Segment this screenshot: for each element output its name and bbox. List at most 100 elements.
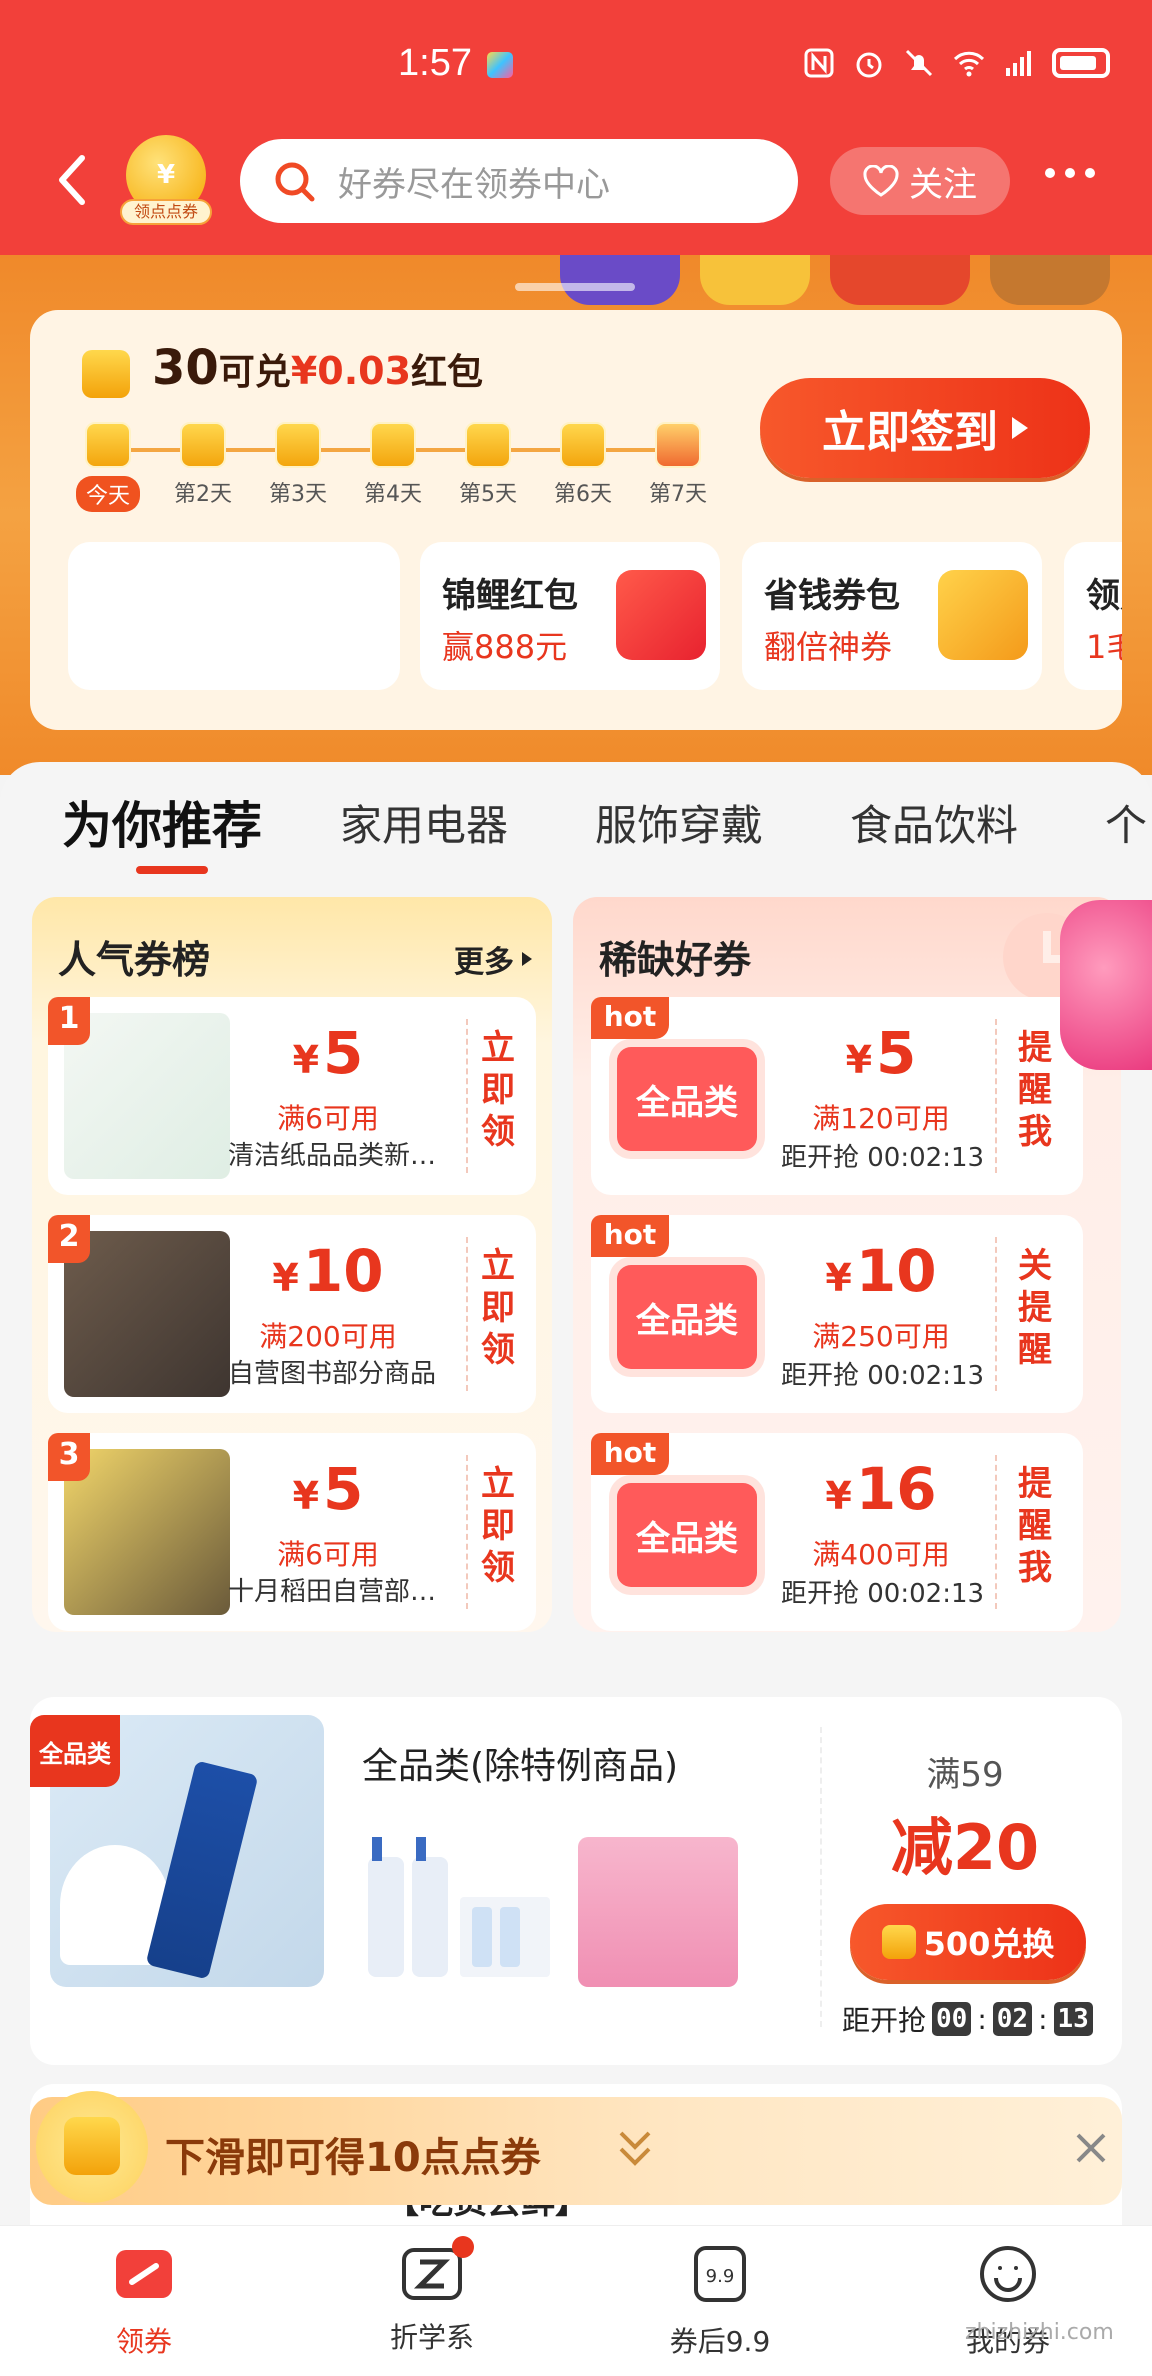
countdown-minutes: 02 xyxy=(992,2002,1033,2036)
close-icon[interactable] xyxy=(1070,2127,1112,2169)
day-item: 今天 xyxy=(68,422,148,512)
back-icon[interactable] xyxy=(52,152,92,208)
coupon-amount: ¥10 xyxy=(791,1237,971,1305)
coupon-amount: ¥5 xyxy=(238,1019,418,1087)
coupon-card[interactable]: 3 ¥5 满6可用 十月稻田自营部… 立即领 xyxy=(48,1433,536,1631)
toast-text: 下滑即可得10点点券 xyxy=(165,2135,541,2181)
coupon-card[interactable]: 全品类 hot ¥5 满120可用 距开抢 00:02:13 提醒我 xyxy=(591,997,1083,1195)
day-label: 第4天 xyxy=(364,482,422,507)
coupon-card[interactable]: 全品类 hot ¥10 满250可用 距开抢 00:02:13 关提醒 xyxy=(591,1215,1083,1413)
nav-after-coupon-9-9[interactable]: 9.9 券后9.9 xyxy=(620,2242,820,2360)
gift-icon xyxy=(655,422,701,468)
all-category-label: 全品类 xyxy=(617,1483,757,1587)
amount-value: 5 xyxy=(323,1455,364,1523)
coupon-condition: 满400可用 xyxy=(812,1538,950,1571)
coupon-card[interactable]: 2 ¥10 满200可用 自营图书部分商品 立即领 xyxy=(48,1215,536,1413)
remind-button[interactable]: 提醒我 xyxy=(1015,1027,1055,1153)
day-item: 第5天 xyxy=(448,422,528,508)
follow-button[interactable]: 关注 xyxy=(830,147,1010,215)
more-icon[interactable] xyxy=(1045,168,1095,178)
signin-button[interactable]: 立即签到 xyxy=(760,378,1090,478)
coupon-card[interactable]: 1 ¥5 满6可用 清洁纸品品类新… 立即领 xyxy=(48,997,536,1195)
play-arrow-icon xyxy=(1012,417,1028,439)
hot-badge: hot xyxy=(591,997,669,1039)
signin-button-label: 立即签到 xyxy=(822,407,998,458)
day-label: 第7天 xyxy=(649,482,707,507)
search-icon xyxy=(275,162,315,202)
scarce-title: 稀缺好券 xyxy=(599,938,752,982)
promo-coupon-card[interactable]: 全品类 全品类(除特例商品) 满59 减20 500兑换 距开抢 00: 02:… xyxy=(30,1697,1122,2065)
search-bar[interactable]: 好券尽在领券中心 xyxy=(240,139,798,223)
amount-value: 16 xyxy=(855,1455,937,1523)
content-panel: 为你推荐 家用电器 服饰穿戴 食品饮料 个 人气券榜 更多 1 ¥5 满6可用 … xyxy=(0,762,1152,2244)
remind-button[interactable]: 提醒我 xyxy=(1015,1463,1055,1589)
nav-coupons[interactable]: 领券 xyxy=(44,2242,244,2360)
scroll-reward-toast: 下滑即可得10点点券 xyxy=(30,2091,1122,2205)
nav-label: 券后9.9 xyxy=(669,2325,771,2358)
signin-days: 今天 第2天 第3天 第4天 第5天 第6天 第7天 xyxy=(68,422,748,512)
claim-button[interactable]: 立即领 xyxy=(478,1027,518,1153)
activity-tile-saving-coupon[interactable]: 省钱券包 翻倍神券 xyxy=(742,542,1042,690)
tile-subtitle: 翻倍神券 xyxy=(764,628,893,666)
day-label: 第5天 xyxy=(459,482,517,507)
coupon-divider xyxy=(466,1237,468,1391)
coupon-card[interactable]: 全品类 hot ¥16 满400可用 距开抢 00:02:13 提醒我 xyxy=(591,1433,1083,1631)
day-coin-icon xyxy=(560,422,606,468)
scarce-coupons-panel: 稀缺好券 全品类 hot ¥5 满120可用 距开抢 00:02:13 提醒我 … xyxy=(573,897,1121,1632)
coupon-desc: 十月稻田自营部… xyxy=(228,1577,437,1607)
claim-button[interactable]: 立即领 xyxy=(478,1463,518,1589)
status-time: 1:57 xyxy=(398,42,472,84)
status-icons xyxy=(802,46,1110,80)
points-coupon-entry[interactable]: ¥ 领点点券 xyxy=(120,135,212,227)
sanitary-pad-product-image xyxy=(578,1837,738,1987)
tile-title: 省钱券包 xyxy=(764,576,900,616)
currency-symbol: ¥ xyxy=(272,1256,299,1300)
nav-discount-school[interactable]: 折学系 xyxy=(332,2236,532,2356)
promo-countdown: 距开抢 00: 02: 13 xyxy=(842,1999,1093,2039)
day-coin-icon xyxy=(180,422,226,468)
nine-nine-icon: 9.9 xyxy=(694,2246,746,2302)
hot-badge: hot xyxy=(591,1215,669,1257)
currency-symbol: ¥ xyxy=(845,1038,873,1082)
currency-symbol: ¥ xyxy=(292,1474,320,1518)
activity-tile-blank[interactable] xyxy=(68,542,400,690)
amount-value: 5 xyxy=(323,1019,364,1087)
coupon-amount: ¥10 xyxy=(238,1237,418,1305)
day-item: 第6天 xyxy=(543,422,623,508)
exchange-button[interactable]: 500兑换 xyxy=(850,1904,1086,1980)
red-packet-icon xyxy=(616,570,706,660)
more-link[interactable]: 更多 xyxy=(454,937,532,981)
tab-food[interactable]: 食品饮料 xyxy=(850,792,1018,853)
promo-threshold: 满59 xyxy=(926,1755,1004,1795)
tab-appliances[interactable]: 家用电器 xyxy=(340,792,508,853)
claim-button[interactable]: 立即领 xyxy=(478,1245,518,1371)
activity-tile-points[interactable]: 领点 1毛包 xyxy=(1064,542,1122,690)
banner-decoration xyxy=(830,255,970,305)
tab-apparel[interactable]: 服饰穿戴 xyxy=(595,792,763,853)
tile-subtitle: 赢888元 xyxy=(442,628,568,666)
double-chevron-down-icon xyxy=(619,2131,651,2166)
rank-badge: 2 xyxy=(48,1215,90,1263)
arrow-right-icon xyxy=(522,952,532,966)
coupon-condition: 满200可用 xyxy=(259,1320,397,1353)
tab-more[interactable]: 个 xyxy=(1105,792,1147,853)
tab-recommend[interactable]: 为你推荐 xyxy=(62,792,262,858)
banner-decoration xyxy=(990,255,1110,305)
battery-icon xyxy=(1052,48,1110,78)
day-item: 第2天 xyxy=(163,422,243,508)
activity-tile-koi-redpacket[interactable]: 锦鲤红包 赢888元 xyxy=(420,542,720,690)
day-coin-icon xyxy=(465,422,511,468)
coupon-divider xyxy=(466,1455,468,1609)
all-category-label: 全品类 xyxy=(617,1265,757,1369)
cancel-remind-button[interactable]: 关提醒 xyxy=(1015,1245,1055,1371)
signin-mid: 可兑 xyxy=(218,352,291,393)
floating-redpacket-icon[interactable] xyxy=(1060,900,1152,1070)
nfc-icon xyxy=(804,48,834,78)
promo-title: 全品类(除特例商品) xyxy=(362,1746,679,1787)
coin-icon xyxy=(36,2091,148,2203)
coupon-amount: ¥5 xyxy=(791,1019,971,1087)
day-label: 第3天 xyxy=(269,482,327,507)
top-bar: 1:57 ¥ 领点点券 好券尽在领券中心 关注 xyxy=(0,0,1152,255)
promo-discount: 减20 xyxy=(890,1811,1040,1884)
rank-badge: 3 xyxy=(48,1433,90,1481)
